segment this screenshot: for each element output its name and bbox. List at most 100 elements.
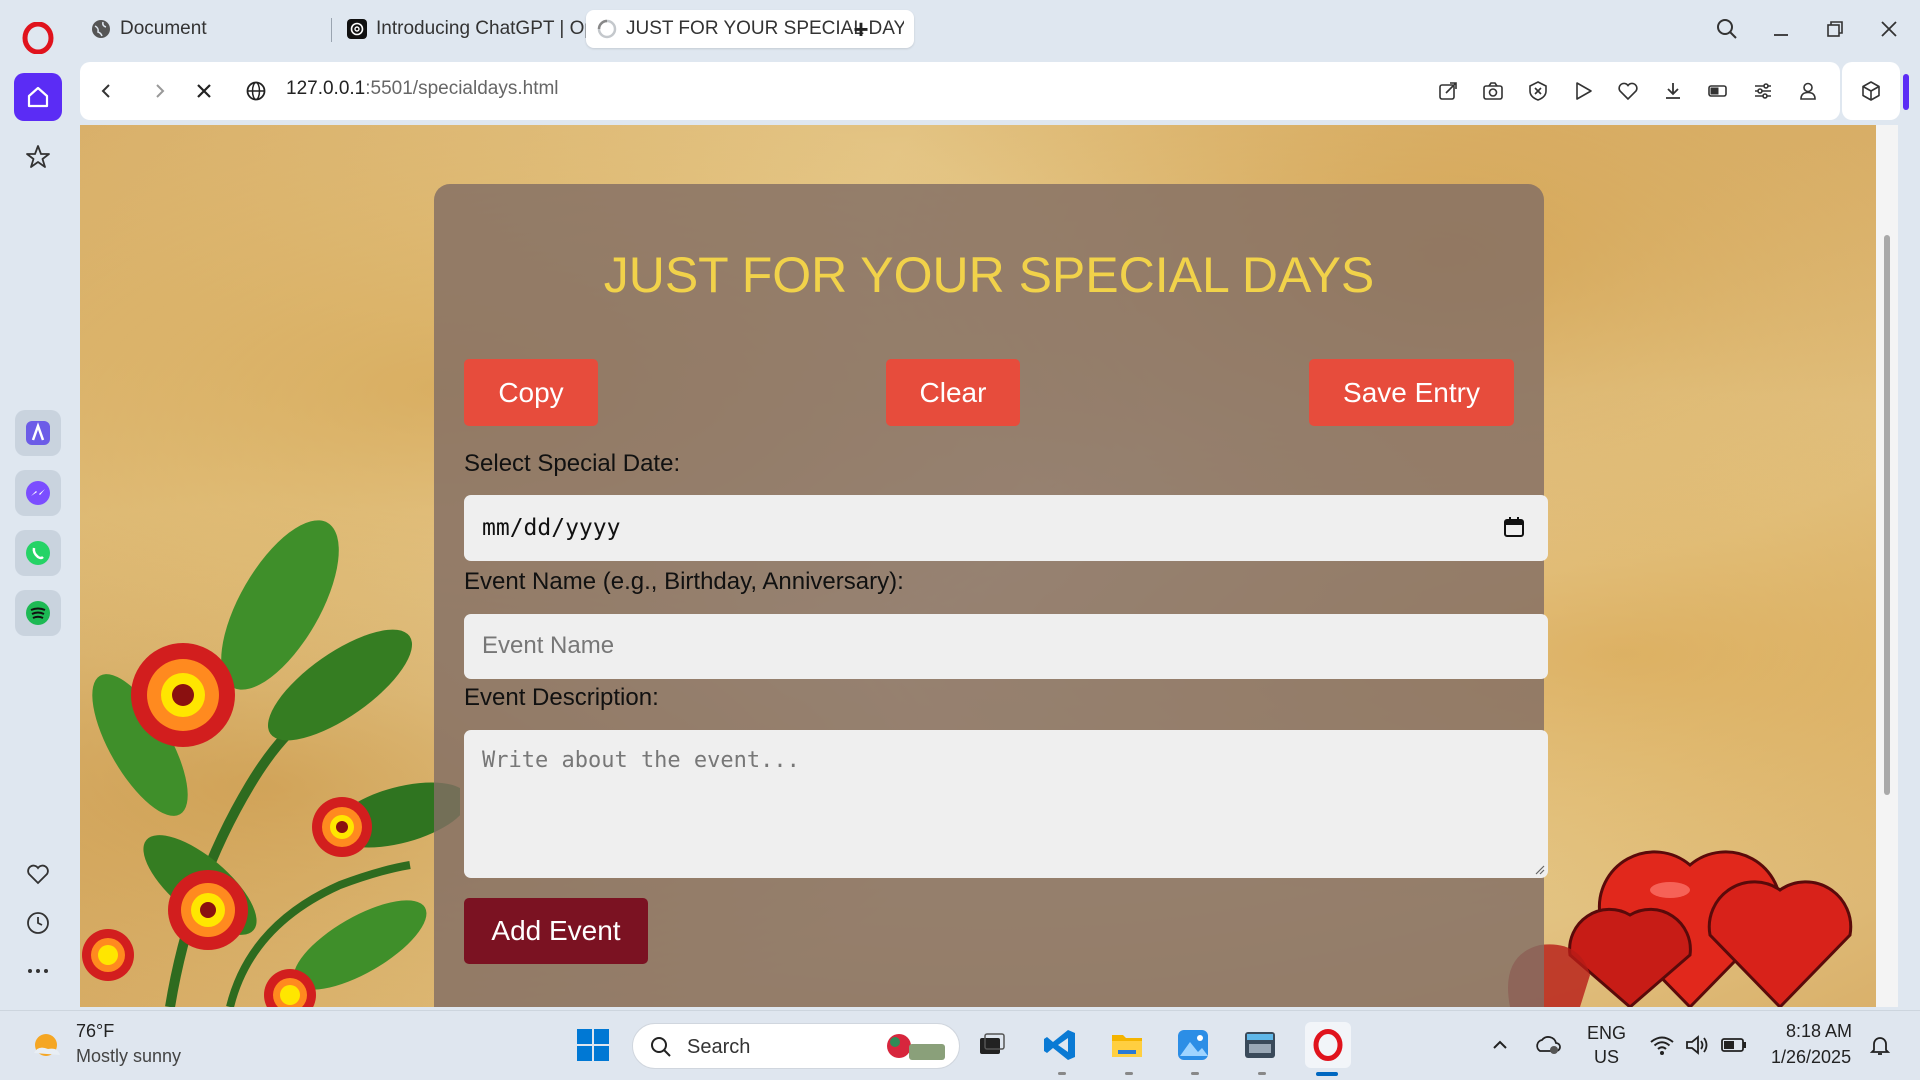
date-input[interactable]: mm/dd/yyyy [464, 495, 1548, 561]
save-entry-button[interactable]: Save Entry [1309, 359, 1514, 426]
page-scrollbar[interactable] [1876, 125, 1898, 1007]
clock-icon [27, 912, 49, 934]
date-label: Select Special Date: [464, 450, 681, 477]
heart-icon [1618, 82, 1638, 101]
taskbar-task-view[interactable] [972, 1025, 1012, 1065]
stop-icon [197, 84, 211, 98]
taskbar-photos[interactable] [1173, 1025, 1213, 1065]
tab-document[interactable]: Document [80, 10, 330, 48]
url-field[interactable]: 127.0.0.1:5501/specialdays.html [286, 78, 559, 100]
sidebar-app-aria[interactable] [15, 410, 61, 456]
event-description-textarea[interactable]: Write about the event... [464, 730, 1548, 878]
sidebar-app-whatsapp[interactable] [15, 530, 61, 576]
taskbar-keyboard-app[interactable] [1240, 1025, 1280, 1065]
calendar-icon[interactable] [1502, 515, 1526, 539]
my-flow-button[interactable] [1612, 75, 1644, 107]
aria-icon [26, 421, 50, 445]
taskbar-vscode[interactable] [1040, 1025, 1080, 1065]
new-tab-button[interactable]: + [844, 12, 878, 46]
scrollbar-thumb[interactable] [1884, 235, 1890, 795]
adblock-button[interactable] [1522, 75, 1554, 107]
back-button[interactable] [90, 75, 122, 107]
battery-saver-button[interactable] [1702, 75, 1734, 107]
opera-sidebar [0, 0, 76, 1010]
forward-button[interactable] [144, 75, 176, 107]
search-icon [1717, 19, 1737, 39]
sidebar-history-button[interactable] [14, 899, 62, 947]
clock-time: 8:18 AM [1786, 1021, 1853, 1041]
taskbar-file-explorer[interactable] [1107, 1025, 1147, 1065]
event-name-label: Event Name (e.g., Birthday, Anniversary)… [464, 568, 904, 595]
sidebar-more-button[interactable] [14, 947, 62, 995]
running-indicator [1125, 1072, 1133, 1075]
star-icon [26, 145, 50, 168]
restore-button[interactable] [1818, 12, 1852, 46]
restore-icon [1827, 21, 1843, 37]
sun-icon [34, 1034, 60, 1056]
event-name-input[interactable]: Event Name [464, 614, 1548, 679]
sidebar-app-messenger[interactable] [15, 470, 61, 516]
clear-button[interactable]: Clear [886, 359, 1020, 426]
sidebar-favorites-button[interactable] [14, 850, 62, 898]
opera-icon [1313, 1029, 1343, 1061]
more-dots-icon [28, 969, 48, 973]
web-page: JUST FOR YOUR SPECIAL DAYS Copy Clear Sa… [80, 125, 1898, 1007]
opera-logo-icon[interactable] [22, 22, 54, 54]
vscode-icon [1044, 1030, 1075, 1060]
share-button[interactable] [1432, 75, 1464, 107]
weather-condition: Mostly sunny [76, 1046, 182, 1066]
special-days-card: JUST FOR YOUR SPECIAL DAYS Copy Clear Sa… [434, 184, 1548, 1007]
flower-decoration [82, 520, 460, 1007]
site-info-button[interactable] [240, 75, 272, 107]
profile-button[interactable] [1792, 75, 1824, 107]
taskbar-search-box[interactable]: Search [632, 1023, 960, 1069]
sidebar-app-spotify[interactable] [15, 590, 61, 636]
description-placeholder: Write about the event... [482, 748, 800, 773]
running-indicator [1258, 1072, 1266, 1075]
search-highlight-icon [887, 1034, 945, 1060]
page-title: JUST FOR YOUR SPECIAL DAYS [603, 247, 1375, 303]
windows-icon [577, 1029, 609, 1061]
heart-icon [27, 864, 49, 885]
onedrive-status[interactable] [1528, 1025, 1568, 1065]
add-event-button[interactable]: Add Event [464, 898, 648, 964]
tab-search-button[interactable] [1710, 12, 1744, 46]
speaker-icon [1686, 1035, 1708, 1055]
temperature: 76°F [76, 1021, 115, 1041]
url-path: :5501/specialdays.html [365, 78, 559, 99]
battery-status[interactable] [1714, 1025, 1754, 1065]
spotify-icon [26, 601, 50, 625]
close-window-button[interactable] [1872, 12, 1906, 46]
share-icon [1439, 82, 1457, 100]
shield-icon [1529, 81, 1547, 101]
cloud-sync-icon [1536, 1036, 1561, 1054]
volume-status[interactable] [1677, 1025, 1717, 1065]
taskbar-opera[interactable] [1305, 1022, 1351, 1068]
player-button[interactable] [1567, 75, 1599, 107]
show-hidden-icons-button[interactable] [1480, 1025, 1520, 1065]
globe-icon [92, 20, 110, 38]
region-code: US [1594, 1047, 1620, 1067]
copy-button[interactable]: Copy [464, 359, 598, 426]
plus-icon: + [853, 13, 869, 44]
start-button[interactable] [573, 1025, 613, 1065]
snapshot-button[interactable] [1477, 75, 1509, 107]
clock-date: 1/26/2025 [1771, 1047, 1852, 1067]
description-label: Event Description: [464, 684, 659, 711]
notifications-button[interactable] [1860, 1025, 1900, 1065]
settings-sliders-icon [1755, 83, 1771, 99]
wifi-icon [1650, 1036, 1674, 1055]
speed-dial-star-button[interactable] [14, 133, 62, 181]
minimize-button[interactable] [1764, 12, 1798, 46]
downloads-button[interactable] [1657, 75, 1689, 107]
extensions-button[interactable] [1842, 62, 1900, 120]
easy-setup-button[interactable] [1747, 75, 1779, 107]
home-button[interactable] [14, 73, 62, 121]
running-indicator [1058, 1072, 1066, 1075]
stop-loading-button[interactable] [188, 75, 220, 107]
search-icon [651, 1037, 671, 1057]
close-icon [1881, 21, 1897, 37]
resize-handle-icon[interactable] [1533, 863, 1545, 875]
date-placeholder: mm/dd/yyyy [482, 515, 621, 541]
wifi-status[interactable] [1642, 1025, 1682, 1065]
